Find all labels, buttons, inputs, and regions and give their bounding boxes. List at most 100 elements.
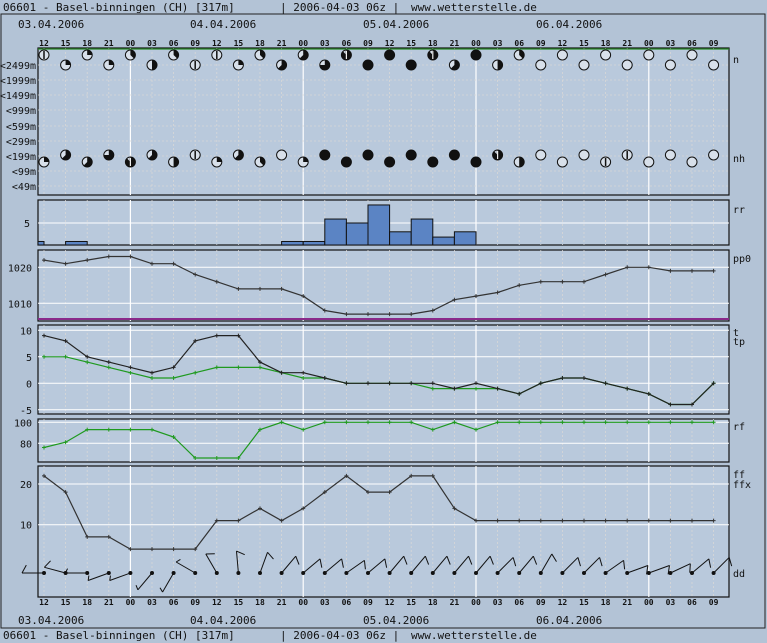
cloud-n-symbol — [340, 49, 352, 61]
wind-station-dot — [366, 571, 370, 575]
wind-station-dot — [711, 571, 716, 575]
t-tick: 10 — [20, 326, 32, 337]
cloud-nh-symbol — [362, 149, 374, 161]
cloud-nh-symbol — [708, 149, 720, 161]
wind-station-dot — [150, 571, 154, 575]
cloud-n-symbol — [168, 49, 180, 61]
cloud-fill — [363, 60, 373, 70]
time-tick-bottom: 03 — [666, 598, 676, 607]
cloud-n-symbol — [211, 49, 223, 61]
cloud-height-label: <199m — [6, 152, 36, 163]
time-tick-bottom: 09 — [363, 598, 373, 607]
wind-station-dot — [258, 571, 262, 575]
time-tick-top: 09 — [536, 39, 546, 48]
time-tick-bottom: 03 — [320, 598, 330, 607]
cloud-circle — [643, 156, 655, 168]
date-label-bottom: 04.04.2006 — [190, 614, 256, 627]
cloud-nh-symbol — [168, 156, 180, 168]
cloud-fill — [427, 157, 438, 167]
pp0-tick: 1010 — [8, 299, 32, 310]
cloud-n-symbol — [621, 59, 633, 71]
cloud-circle — [643, 49, 655, 61]
cloud-nh-symbol — [81, 156, 93, 168]
cloud-circle — [535, 149, 547, 161]
cloud-circle — [664, 59, 676, 71]
cloud-circle — [535, 59, 547, 71]
cloud-n-symbol — [189, 59, 201, 71]
cloud-n-symbol — [384, 49, 396, 61]
cloud-n-symbol — [556, 49, 568, 61]
time-tick-top: 21 — [104, 39, 114, 48]
time-tick-top: 03 — [147, 39, 157, 48]
cloud-circle — [686, 49, 698, 61]
date-label-bottom: 06.04.2006 — [536, 614, 602, 627]
wind-station-dot — [474, 571, 478, 575]
ff-tick: 10 — [20, 521, 32, 532]
header-station: 06601 - Basel-binningen (CH) [317m] — [3, 1, 235, 14]
wind-station-dot — [668, 571, 673, 575]
wind-station-dot — [214, 571, 219, 575]
cloud-n-symbol — [81, 49, 93, 61]
time-tick-bottom: 06 — [514, 598, 524, 607]
cloud-height-label: <299m — [6, 137, 36, 148]
time-tick-top: 12 — [39, 39, 49, 48]
series-label-rr: rr — [733, 205, 745, 216]
wind-station-dot — [171, 571, 176, 575]
rr-tick: 5 — [24, 219, 30, 230]
header-site: www.wetterstelle.de — [411, 1, 537, 14]
cloud-n-symbol — [232, 59, 244, 71]
cloud-nh-symbol — [664, 149, 676, 161]
cloud-n-symbol — [708, 59, 720, 71]
time-tick-top: 18 — [601, 39, 611, 48]
date-label-top: 06.04.2006 — [536, 18, 602, 31]
time-tick-bottom: 03 — [493, 598, 503, 607]
cloud-nh-symbol — [103, 149, 115, 161]
cloud-n-symbol — [535, 59, 547, 71]
time-tick-top: 00 — [644, 39, 654, 48]
time-tick-top: 00 — [471, 39, 481, 48]
cloud-nh-symbol — [405, 149, 417, 161]
cloud-height-label: <49m — [12, 182, 36, 193]
date-label-bottom: 05.04.2006 — [363, 614, 429, 627]
time-tick-bottom: 15 — [234, 598, 244, 607]
time-tick-bottom: 06 — [169, 598, 179, 607]
cloud-fill — [471, 157, 481, 167]
wind-station-dot — [625, 571, 630, 575]
footer-site: www.wetterstelle.de — [411, 629, 537, 642]
date-label-top: 05.04.2006 — [363, 18, 429, 31]
cloud-nh-symbol — [297, 156, 309, 168]
date-label-top: 04.04.2006 — [190, 18, 256, 31]
time-tick-top: 21 — [450, 39, 460, 48]
cloud-nh-symbol — [276, 149, 288, 161]
time-tick-top: 09 — [363, 39, 373, 48]
wind-station-dot — [495, 571, 500, 575]
time-tick-bottom: 03 — [147, 598, 157, 607]
cloud-height-label: <99m — [12, 167, 36, 178]
cloud-nh-symbol — [146, 149, 158, 161]
cloud-circle — [708, 59, 720, 71]
cloud-nh-symbol — [254, 156, 266, 168]
time-tick-bottom: 06 — [687, 598, 697, 607]
rain-bar — [324, 218, 347, 246]
rain-bar — [453, 231, 477, 246]
time-tick-bottom: 18 — [255, 598, 265, 607]
wind-station-dot — [279, 571, 284, 575]
rain-bar — [432, 236, 455, 246]
cloud-circle — [556, 156, 568, 168]
cloud-fill — [363, 150, 373, 160]
wind-station-dot — [603, 571, 608, 575]
time-tick-top: 21 — [622, 39, 632, 48]
cloud-height-label: <999m — [6, 106, 36, 117]
cloud-nh-symbol — [621, 149, 633, 161]
cloud-nh-symbol — [643, 156, 655, 168]
cloud-nh-symbol — [60, 149, 72, 161]
cloud-nh-symbol — [384, 156, 396, 168]
t-panel — [37, 324, 730, 415]
wind-station-dot — [430, 571, 435, 575]
wind-station-dot — [690, 571, 694, 575]
cloud-nh-symbol — [319, 149, 331, 161]
wind-station-dot — [322, 571, 327, 575]
cloud-n-symbol — [146, 59, 158, 71]
cloud-n-symbol — [664, 59, 676, 71]
wind-feather — [689, 563, 691, 573]
